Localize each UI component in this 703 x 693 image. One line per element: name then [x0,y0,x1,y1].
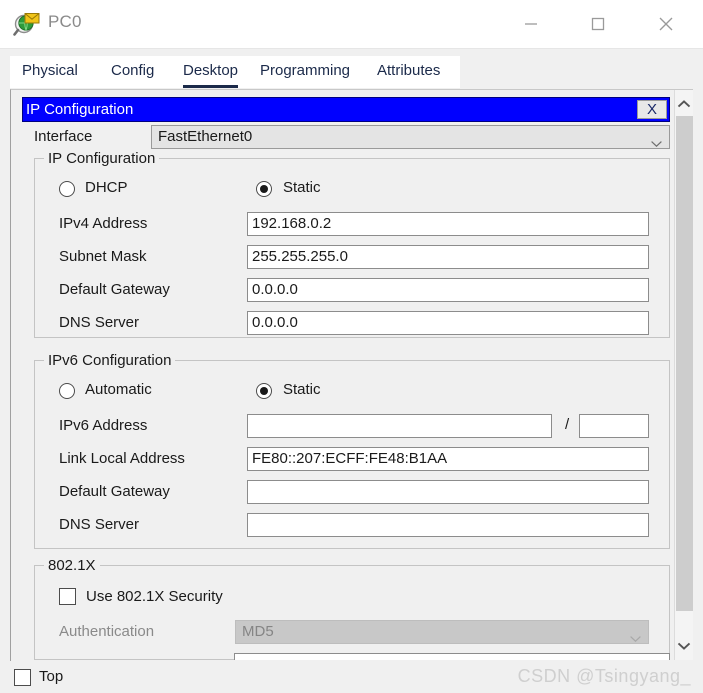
chevron-down-icon[interactable] [675,636,693,656]
chevron-down-icon [630,629,641,643]
window-footer: Top CSDN @Tsingyang_ [0,661,703,693]
use-8021x-security-checkbox[interactable] [59,588,76,605]
ipv6-default-gateway-label: Default Gateway [59,483,170,500]
interface-dropdown[interactable]: FastEthernet0 [151,125,670,149]
dialog-close-button[interactable]: X [637,100,667,119]
ipv4-dns-server-value: 0.0.0.0 [252,314,298,331]
use-8021x-security-label[interactable]: Use 802.1X Security [86,588,223,605]
window-title: PC0 [48,12,82,31]
close-icon[interactable] [643,0,689,47]
dot1x-group: 802.1X Use 802.1X Security Authenticatio… [34,557,670,660]
ipv6-prefix-input[interactable] [579,414,649,438]
ipv6-group-title: IPv6 Configuration [44,352,176,369]
top-checkbox-label[interactable]: Top [39,668,63,685]
ip-configuration-caption-title: IP Configuration [26,101,134,118]
minimize-icon[interactable] [508,0,554,47]
link-local-address-input[interactable]: FE80::207:ECFF:FE48:B1AA [247,447,649,471]
ipv4-default-gateway-value: 0.0.0.0 [252,281,298,298]
radio-ipv6-static-label[interactable]: Static [283,381,321,398]
pc0-window: PC0 Physical Config Desktop Programming … [0,0,703,693]
ipv4-address-input[interactable]: 192.168.0.2 [247,212,649,236]
ipv6-dns-server-label: DNS Server [59,516,140,533]
interface-label: Interface [34,128,93,145]
radio-dhcp[interactable] [59,181,75,197]
radio-ipv6-automatic[interactable] [59,383,75,399]
subnet-mask-label: Subnet Mask [59,248,147,265]
link-local-address-value: FE80::207:ECFF:FE48:B1AA [252,450,448,467]
ipv4-group-title: IP Configuration [44,150,160,167]
ipv4-default-gateway-input[interactable]: 0.0.0.0 [247,278,649,302]
tab-physical[interactable]: Physical [22,56,78,88]
desktop-content-area: IP Configuration X Interface FastEtherne… [10,89,693,661]
watermark-text: CSDN @Tsingyang_ [517,666,691,686]
ip-configuration-caption-bar: IP Configuration X [22,97,670,122]
vertical-scrollbar[interactable] [674,90,693,660]
subnet-mask-value: 255.255.255.0 [252,248,348,265]
ip-configuration-panel: IP Configuration X Interface FastEtherne… [22,90,672,660]
ipv6-dns-server-input[interactable] [247,513,649,537]
tab-config[interactable]: Config [111,56,154,88]
tab-attributes[interactable]: Attributes [377,56,440,88]
ipv4-dns-server-label: DNS Server [59,314,140,331]
ipv4-address-label: IPv4 Address [59,215,148,232]
radio-ipv4-static-label[interactable]: Static [283,179,321,196]
link-local-address-label: Link Local Address [59,450,185,467]
scrollbar-thumb[interactable] [676,116,693,611]
ipv6-configuration-group: IPv6 Configuration Automatic Static IPv6… [34,352,670,549]
ipv6-default-gateway-input[interactable] [247,480,649,504]
tab-bar: Physical Config Desktop Programming Attr… [10,56,460,88]
ipv4-dns-server-input[interactable]: 0.0.0.0 [247,311,649,335]
ipv6-prefix-separator: / [565,416,570,433]
ipv4-address-value: 192.168.0.2 [252,215,332,232]
ipv6-address-label: IPv6 Address [59,417,148,434]
chevron-up-icon[interactable] [675,94,693,114]
tab-programming[interactable]: Programming [260,56,350,88]
clipped-input-below[interactable] [234,653,670,660]
top-checkbox[interactable] [14,669,31,686]
authentication-label: Authentication [59,623,155,640]
radio-ipv4-static[interactable] [256,181,272,197]
ipv4-default-gateway-label: Default Gateway [59,281,170,298]
title-bar: PC0 [0,0,703,49]
authentication-dropdown[interactable]: MD5 [235,620,649,644]
maximize-icon[interactable] [575,0,621,47]
radio-ipv6-automatic-label[interactable]: Automatic [85,381,152,398]
authentication-selected-value: MD5 [242,623,274,640]
ipv4-configuration-group: IP Configuration DHCP Static IPv4 Addres… [34,150,670,338]
chevron-down-icon [651,134,662,148]
ipv6-address-input[interactable] [247,414,552,438]
radio-ipv6-static[interactable] [256,383,272,399]
dot1x-group-title: 802.1X [44,557,100,574]
tab-desktop[interactable]: Desktop [183,56,239,88]
packet-tracer-pc-icon [13,10,41,38]
radio-dhcp-label[interactable]: DHCP [85,179,128,196]
interface-selected-value: FastEthernet0 [158,128,253,145]
subnet-mask-input[interactable]: 255.255.255.0 [247,245,649,269]
